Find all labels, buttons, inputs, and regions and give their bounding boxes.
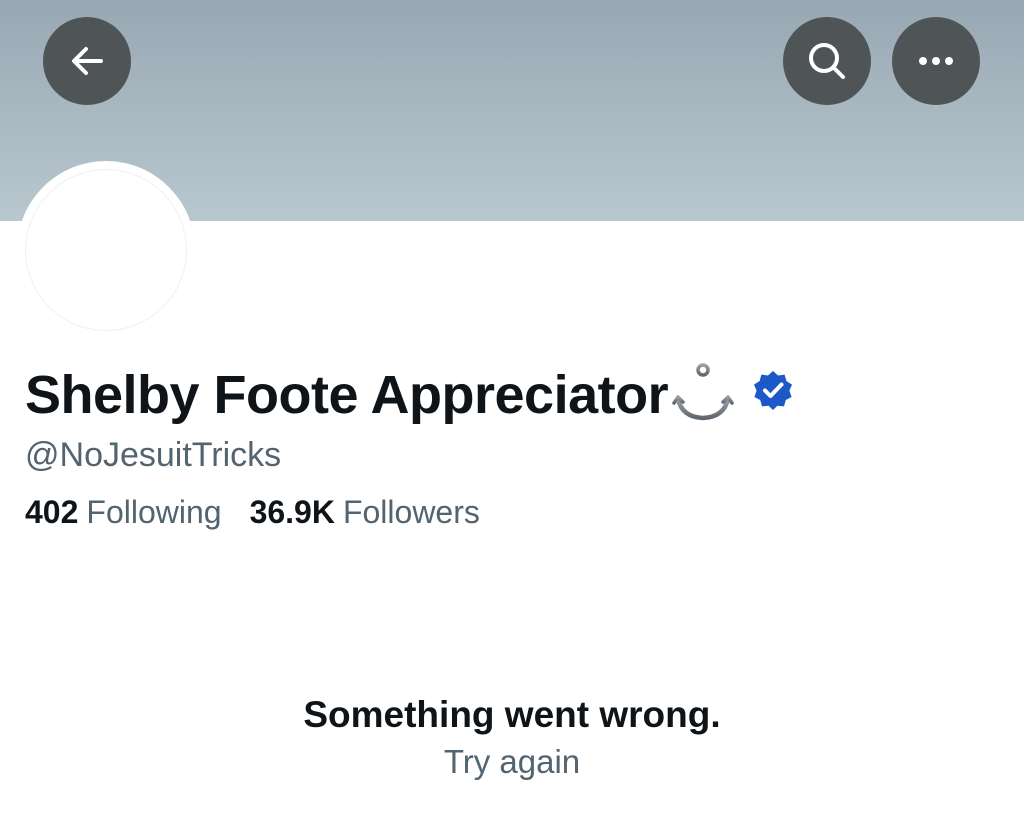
arrow-left-icon [67,41,107,81]
followers-count: 36.9K [249,494,335,530]
error-title: Something went wrong. [303,694,721,735]
back-button[interactable] [43,17,131,105]
display-name: Shelby Foote Appreciator [25,365,669,425]
verified-badge-icon[interactable] [752,369,794,416]
avatar-image [25,169,187,331]
profile-stats: 402 Following 36.9K Followers [25,494,480,531]
followers-label: Followers [342,494,480,530]
anchor-icon [672,361,734,430]
following-count: 402 [25,494,79,530]
profile-name-row: Shelby Foote Appreciator [25,355,794,435]
search-button[interactable] [783,17,871,105]
try-again-button[interactable]: Try again [444,740,580,784]
followers-link[interactable]: 36.9K Followers [250,494,480,531]
avatar[interactable] [17,161,195,339]
more-options-button[interactable] [892,17,980,105]
following-link[interactable]: 402 Following [25,494,222,531]
error-message: Something went wrong. Try again [0,690,1024,784]
following-label: Following [86,494,222,530]
profile-page: Shelby Foote Appreciator @NoJesuitTricks… [0,0,1024,833]
more-horizontal-icon [916,55,956,67]
profile-handle: @NoJesuitTricks [25,436,282,474]
search-icon [805,39,849,83]
